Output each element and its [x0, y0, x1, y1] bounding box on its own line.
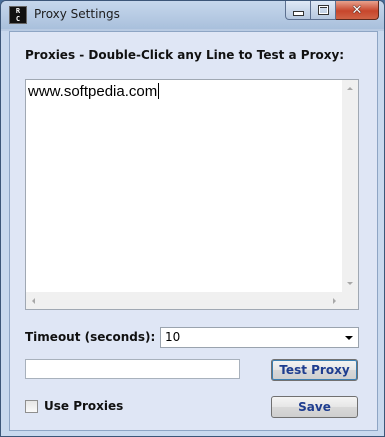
test-proxy-input[interactable] — [25, 359, 240, 379]
timeout-dropdown[interactable]: 10 — [160, 327, 359, 348]
minimize-icon — [292, 11, 304, 16]
scroll-up-arrow-icon[interactable] — [347, 87, 353, 90]
use-proxies-option[interactable]: Use Proxies — [25, 398, 123, 414]
scroll-down-arrow-icon[interactable] — [347, 282, 353, 285]
proxy-line[interactable]: www.softpedia.com — [28, 83, 157, 100]
caption-buttons: ✕ — [285, 1, 379, 21]
test-proxy-button[interactable]: Test Proxy — [271, 359, 358, 381]
scrollbar-corner — [342, 292, 358, 309]
horizontal-scrollbar[interactable] — [26, 292, 342, 309]
app-icon-letter-c: C — [15, 15, 21, 23]
close-button[interactable]: ✕ — [336, 1, 379, 20]
minimize-button[interactable] — [285, 1, 311, 20]
timeout-label: Timeout (seconds): — [25, 330, 156, 344]
use-proxies-checkbox[interactable] — [25, 399, 38, 413]
window-title: Proxy Settings — [34, 7, 120, 21]
scroll-right-arrow-icon[interactable] — [333, 298, 336, 304]
use-proxies-label[interactable]: Use Proxies — [44, 399, 123, 413]
proxy-list-text[interactable]: www.softpedia.com — [28, 83, 160, 100]
maximize-button[interactable] — [311, 1, 336, 20]
app-icon-letter-r: R — [15, 7, 21, 15]
scroll-left-arrow-icon[interactable] — [32, 298, 35, 304]
maximize-icon — [317, 5, 329, 15]
proxy-settings-window: R C Proxy Settings ✕ Proxies - Double-Cl… — [0, 0, 385, 437]
save-button[interactable]: Save — [271, 396, 358, 418]
close-icon: ✕ — [351, 2, 363, 18]
timeout-selected-value: 10 — [165, 330, 181, 344]
proxies-label: Proxies - Double-Click any Line to Test … — [25, 48, 345, 62]
title-bar[interactable]: R C Proxy Settings ✕ — [1, 1, 384, 29]
app-icon[interactable]: R C — [9, 6, 27, 24]
dropdown-arrow-icon[interactable] — [345, 336, 353, 340]
proxy-list-textbox[interactable]: www.softpedia.com — [25, 79, 359, 310]
settings-panel: Proxies - Double-Click any Line to Test … — [9, 31, 378, 431]
text-caret — [158, 83, 160, 99]
vertical-scrollbar[interactable] — [342, 80, 358, 292]
